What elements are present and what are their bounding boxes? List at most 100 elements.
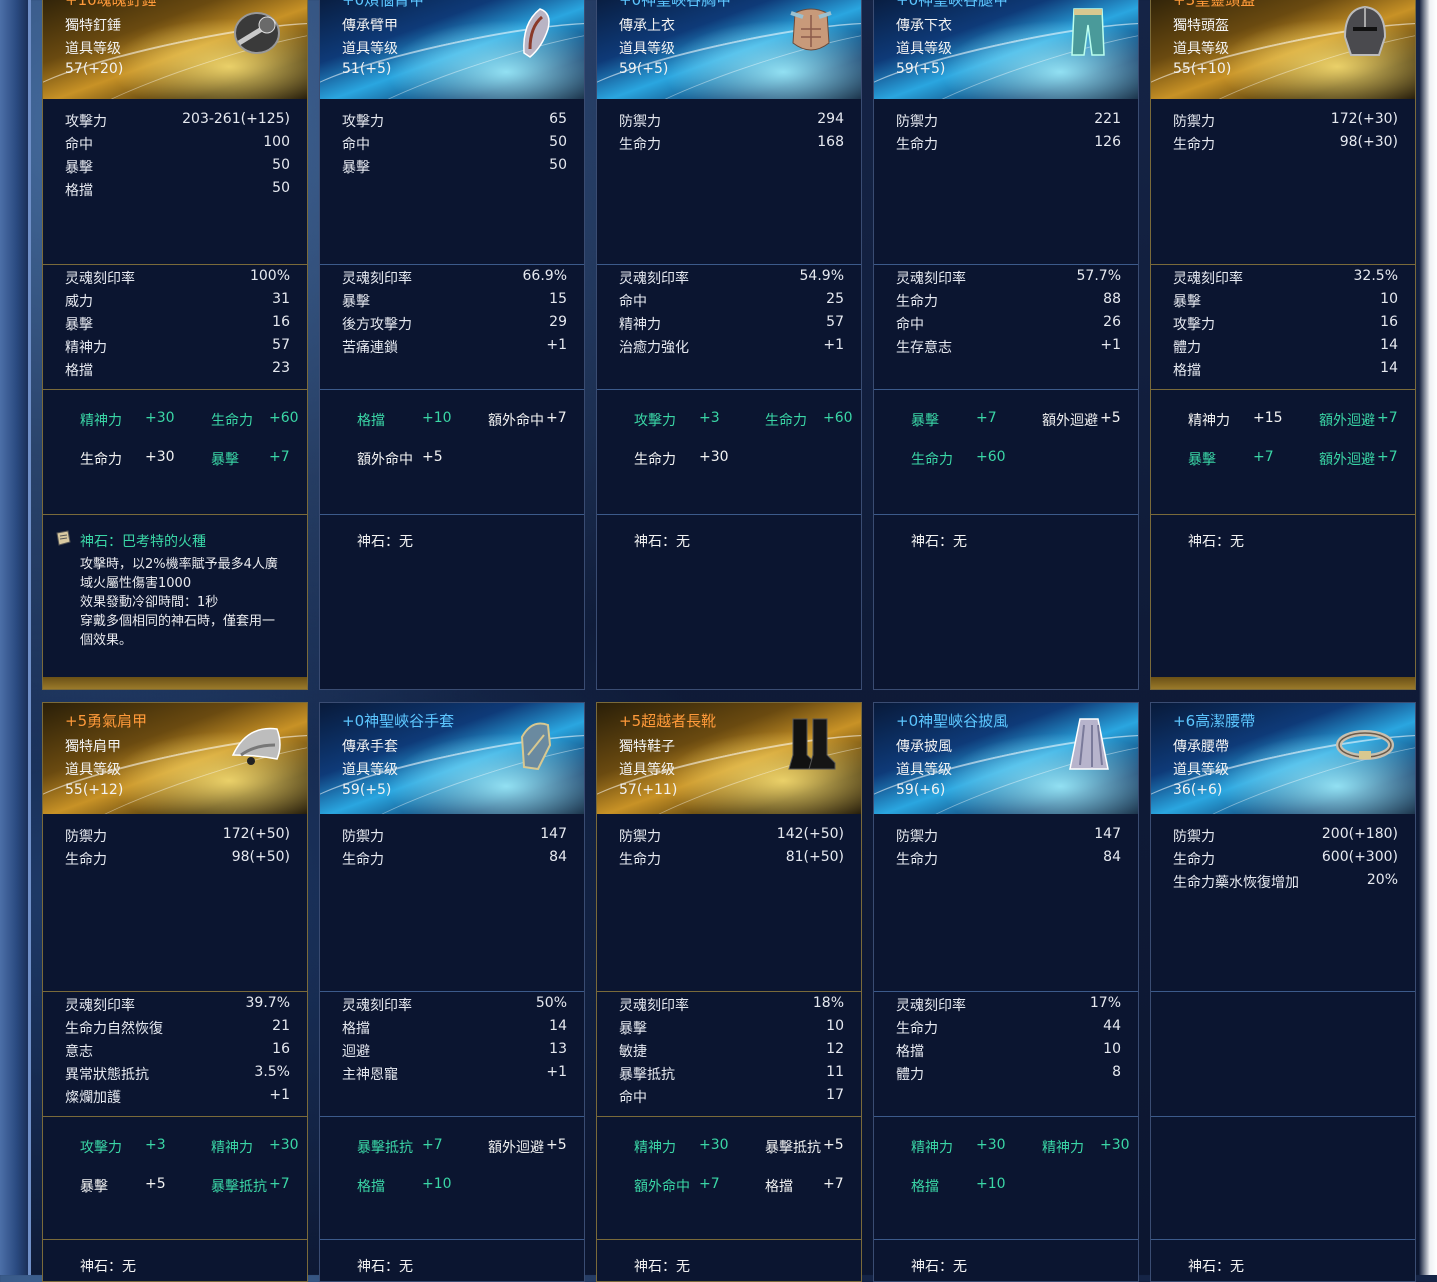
bonus-stat-value: +7 (422, 1137, 443, 1153)
chest-icon[interactable] (781, 3, 841, 61)
card-header: +5勇氣肩甲 獨特肩甲 道具等级 55(+12) (43, 703, 307, 814)
card-header: +0神聖峽谷手套 傳承手套 道具等级 59(+5) (320, 703, 584, 814)
window-right-frame (1419, 0, 1437, 1275)
cape-icon[interactable] (1058, 715, 1118, 773)
stat-row: 生命力 168 (597, 134, 861, 157)
arm-icon[interactable] (504, 3, 564, 61)
soul-stat-row: 灵魂刻印率 18% (597, 995, 861, 1018)
soul-stat-row: 精神力 57 (43, 337, 307, 360)
stat-name: 生命力 (65, 852, 107, 868)
helm-icon[interactable] (1335, 3, 1395, 61)
soul-stat-row: 異常狀態抵抗 3.5% (43, 1064, 307, 1087)
stat-value: 57 (826, 314, 844, 330)
stat-name: 暴擊 (342, 160, 370, 176)
equipment-card[interactable]: +6高潔腰帶 傳承腰帶 道具等级 36(+6) 防禦力 200(+180) 生命… (1150, 702, 1416, 1282)
stat-value: 100 (263, 134, 290, 150)
stat-value: 172(+50) (222, 826, 290, 842)
item-level-label: 道具等级 (619, 41, 675, 57)
stat-name: 暴擊 (1173, 294, 1201, 310)
stat-name: 格擋 (342, 1021, 370, 1037)
stat-row: 命中 50 (320, 134, 584, 157)
stat-value: 98(+30) (1339, 134, 1398, 150)
soul-stat-row: 精神力 57 (597, 314, 861, 337)
equipment-card[interactable]: +0神聖峽谷胸甲 傳承上衣 道具等级 59(+5) 防禦力 294 生命力 16… (596, 0, 862, 690)
stat-value: 57.7% (1076, 268, 1121, 284)
gem-description-line: 個效果。 (80, 633, 133, 648)
stat-row: 防禦力 221 (874, 111, 1138, 134)
bonus-stat-value: +5 (1100, 410, 1121, 426)
gem-label: 神石：无 (1188, 1259, 1244, 1275)
stat-name: 攻擊力 (342, 114, 384, 130)
stat-name: 攻擊力 (1173, 317, 1215, 333)
bonus-stat-value: +7 (823, 1176, 844, 1192)
equipment-card[interactable]: +3聖靈頭盔 獨特頭盔 道具等级 55(+10) 防禦力 172(+30) 生命… (1150, 0, 1416, 690)
stat-value: +1 (823, 337, 844, 353)
stat-name: 生命力藥水恢復增加 (1173, 875, 1299, 891)
equipment-card[interactable]: +0煩惱臂甲 傳承臂甲 道具等级 51(+5) 攻擊力 65 命中 50 暴擊 … (319, 0, 585, 690)
equipment-card[interactable]: +0神聖峽谷腿甲 傳承下衣 道具等级 59(+5) 防禦力 221 生命力 12… (873, 0, 1139, 690)
stat-name: 命中 (619, 294, 647, 310)
item-type: 獨特頭盔 (1173, 18, 1229, 34)
belt-icon[interactable] (1335, 715, 1395, 773)
base-stats: 防禦力 221 生命力 126 (874, 109, 1138, 264)
item-name: +5勇氣肩甲 (65, 712, 148, 730)
glove-icon[interactable] (504, 715, 564, 773)
stat-name: 生命力 (896, 137, 938, 153)
shoulder-icon[interactable] (227, 715, 287, 773)
stat-name: 暴擊 (342, 294, 370, 310)
gem-label: 神石：无 (911, 1259, 967, 1275)
base-stats: 防禦力 294 生命力 168 (597, 109, 861, 264)
soul-stat-row: 命中 17 (597, 1087, 861, 1110)
stat-name: 格擋 (1173, 363, 1201, 379)
stat-name: 格擋 (896, 1044, 924, 1060)
soul-stat-row: 灵魂刻印率 50% (320, 995, 584, 1018)
bonus-stat-name: 額外命中 (634, 1179, 690, 1195)
equipment-card[interactable]: +0神聖峽谷披風 傳承披風 道具等级 59(+6) 防禦力 147 生命力 84… (873, 702, 1139, 1282)
soul-imprint-stats: 灵魂刻印率 57.7% 生命力 88 命中 26 生存意志 +1 (874, 264, 1138, 389)
item-level-label: 道具等级 (342, 41, 398, 57)
stat-row: 格擋 50 (43, 180, 307, 203)
item-level: 55(+10) (1173, 61, 1232, 77)
gem-description: 攻擊時，以2%機率賦予最多4人廣 域火屬性傷害1000 效果發動冷卻時間：1秒 穿戴多… (80, 555, 300, 650)
bonus-stat-name: 暴擊抵抗 (211, 1179, 267, 1195)
soul-stat-row: 暴擊 15 (320, 291, 584, 314)
item-level-label: 道具等级 (65, 41, 121, 57)
soul-imprint-stats: 灵魂刻印率 17% 生命力 44 格擋 10 體力 8 (874, 991, 1138, 1116)
bonus-stat-name: 精神力 (634, 1140, 676, 1156)
stat-name: 生命力 (896, 852, 938, 868)
legs-icon[interactable] (1058, 3, 1118, 61)
stat-name: 灵魂刻印率 (619, 271, 689, 287)
stat-value: 10 (826, 1018, 844, 1034)
equipment-card[interactable]: +5勇氣肩甲 獨特肩甲 道具等级 55(+12) 防禦力 172(+50) 生命… (42, 702, 308, 1282)
stat-name: 苦痛連鎖 (342, 340, 398, 356)
stat-value: 17 (826, 1087, 844, 1103)
soul-stat-row: 灵魂刻印率 54.9% (597, 268, 861, 291)
bonus-stat-value: +3 (699, 410, 720, 426)
bonus-stat-name: 精神力 (1042, 1140, 1084, 1156)
stat-name: 防禦力 (896, 114, 938, 130)
soul-imprint-stats: 灵魂刻印率 39.7% 生命力自然恢復 21 意志 16 異常狀態抵抗 3.5%… (43, 991, 307, 1116)
base-stats: 攻擊力 203-261(+125) 命中 100 暴擊 50 格擋 50 (43, 109, 307, 264)
boots-icon[interactable] (781, 715, 841, 773)
bonus-stat-name: 格擋 (357, 1179, 385, 1195)
soul-stat-row: 格擋 14 (1151, 360, 1415, 383)
item-type: 獨特鞋子 (619, 739, 675, 755)
base-stats: 防禦力 172(+50) 生命力 98(+50) (43, 824, 307, 991)
item-type: 傳承下衣 (896, 18, 952, 34)
bonus-stat-name: 精神力 (211, 1140, 253, 1156)
stat-value: 57 (272, 337, 290, 353)
stat-value: 65 (549, 111, 567, 127)
equipment-card[interactable]: +10魂魄釘錘 獨特釘錘 道具等级 57(+20) 攻擊力 203-261(+1… (42, 0, 308, 690)
base-stats: 防禦力 147 生命力 84 (874, 824, 1138, 991)
stat-name: 體力 (1173, 340, 1201, 356)
equipment-card[interactable]: +5超越者長靴 獨特鞋子 道具等级 57(+11) 防禦力 142(+50) 生… (596, 702, 862, 1282)
mace-icon[interactable] (227, 3, 287, 61)
soul-stat-row: 體力 8 (874, 1064, 1138, 1087)
bonus-stat-name: 格擋 (357, 413, 385, 429)
stat-name: 生命力 (1173, 137, 1215, 153)
stat-name: 生命力 (1173, 852, 1215, 868)
stat-row: 防禦力 200(+180) (1151, 826, 1415, 849)
equipment-card[interactable]: +0神聖峽谷手套 傳承手套 道具等级 59(+5) 防禦力 147 生命力 84… (319, 702, 585, 1282)
stat-value: 15 (549, 291, 567, 307)
gem-stone-icon[interactable] (54, 529, 72, 547)
